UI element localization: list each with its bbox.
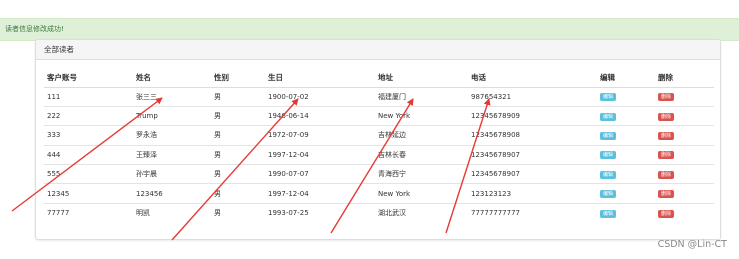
cell-account: 444 (44, 144, 133, 165)
cell-name: 王臻泽 (133, 144, 211, 165)
cell-account: 12345 (44, 183, 133, 204)
delete-button[interactable]: 删除 (658, 209, 675, 218)
edit-button[interactable]: 编辑 (600, 151, 617, 160)
delete-button[interactable]: 删除 (658, 170, 675, 179)
cell-address: New York (375, 183, 468, 204)
readers-panel: 全部读者 客户账号 姓名 性别 生日 地址 电话 编辑 删除 111 张三三 男 (35, 39, 721, 240)
cell-birthday: 1997-12-04 (265, 144, 375, 165)
watermark: CSDN @Lin-CT (657, 239, 727, 250)
cell-birthday: 1990-07-07 (265, 164, 375, 184)
cell-phone: 12345678907 (468, 144, 597, 165)
cell-gender: 男 (211, 144, 265, 165)
delete-button[interactable]: 删除 (658, 112, 675, 121)
table-row: 222 Trump 男 1946-06-14 New York 12345678… (44, 105, 714, 126)
table-row: 555 孙宇晨 男 1990-07-07 青海西宁 12345678907 编辑… (44, 164, 714, 184)
cell-birthday: 1993-07-25 (265, 202, 375, 223)
cell-birthday: 1900-07-02 (268, 92, 309, 101)
cell-phone: 77777777777 (468, 202, 597, 223)
cell-account: 222 (44, 105, 133, 126)
table-row: 111 张三三 男 1900-07-02 福建厦门 987654321 编辑 删… (44, 87, 714, 106)
edit-button[interactable]: 编辑 (600, 93, 617, 102)
cell-address: 青海西宁 (375, 164, 468, 184)
cell-name: Trump (133, 105, 211, 126)
col-header-gender: 性别 (211, 68, 265, 88)
edit-button[interactable]: 编辑 (600, 170, 617, 179)
cell-name: 罗永浩 (133, 125, 211, 146)
cell-birthday: 1997-12-04 (265, 183, 375, 204)
edit-button[interactable]: 编辑 (600, 209, 617, 218)
cell-gender: 男 (211, 164, 265, 184)
cell-phone: 123123123 (468, 183, 597, 204)
table-row: 77777 明凯 男 1993-07-25 湖北武汉 77777777777 编… (44, 202, 714, 223)
delete-button[interactable]: 删除 (658, 151, 675, 160)
delete-button[interactable]: 删除 (658, 190, 675, 199)
col-header-name: 姓名 (133, 68, 211, 88)
edit-button[interactable]: 编辑 (600, 190, 617, 199)
cell-birthday: 1946-06-14 (265, 105, 375, 126)
cell-birthday: 1972-07-09 (265, 125, 375, 146)
col-header-delete: 删除 (655, 68, 714, 88)
cell-name: 张三三 (136, 92, 157, 101)
table-row: 444 王臻泽 男 1997-12-04 吉林长春 12345678907 编辑… (44, 144, 714, 165)
col-header-phone: 电话 (468, 68, 597, 88)
cell-account: 333 (44, 125, 133, 146)
success-alert: 读者信息修改成功! (0, 18, 739, 41)
cell-gender: 男 (211, 125, 265, 146)
cell-phone: 12345678908 (468, 125, 597, 146)
cell-phone: 987654321 (471, 92, 512, 101)
cell-name: 孙宇晨 (133, 164, 211, 184)
delete-button[interactable]: 删除 (658, 93, 675, 102)
cell-phone: 12345678909 (468, 105, 597, 126)
cell-gender: 男 (214, 92, 221, 101)
cell-account: 555 (44, 164, 133, 184)
cell-account: 111 (47, 92, 61, 101)
cell-address: 福建厦门 (378, 92, 406, 101)
table-row: 333 罗永浩 男 1972-07-09 吉林延边 12345678908 编辑… (44, 125, 714, 146)
col-header-birthday: 生日 (265, 68, 375, 88)
col-header-account: 客户账号 (44, 68, 133, 88)
delete-button[interactable]: 删除 (658, 131, 675, 140)
cell-phone: 12345678907 (468, 164, 597, 184)
cell-account: 77777 (44, 202, 133, 223)
panel-title: 全部读者 (36, 40, 720, 60)
cell-address: 吉林长春 (375, 144, 468, 165)
alert-message: 读者信息修改成功! (5, 25, 64, 33)
cell-gender: 男 (211, 202, 265, 223)
cell-name: 123456 (133, 183, 211, 204)
col-header-address: 地址 (375, 68, 468, 88)
cell-address: 吉林延边 (375, 125, 468, 146)
cell-address: New York (375, 105, 468, 126)
edit-button[interactable]: 编辑 (600, 112, 617, 121)
cell-name: 明凯 (133, 202, 211, 223)
table-row: 12345 123456 男 1997-12-04 New York 12312… (44, 183, 714, 204)
cell-address: 湖北武汉 (375, 202, 468, 223)
cell-gender: 男 (211, 183, 265, 204)
cell-gender: 男 (211, 105, 265, 126)
col-header-edit: 编辑 (597, 68, 655, 88)
edit-button[interactable]: 编辑 (600, 131, 617, 140)
readers-table: 客户账号 姓名 性别 生日 地址 电话 编辑 删除 111 张三三 男 1900… (44, 68, 714, 223)
table-header-row: 客户账号 姓名 性别 生日 地址 电话 编辑 删除 (44, 68, 714, 88)
